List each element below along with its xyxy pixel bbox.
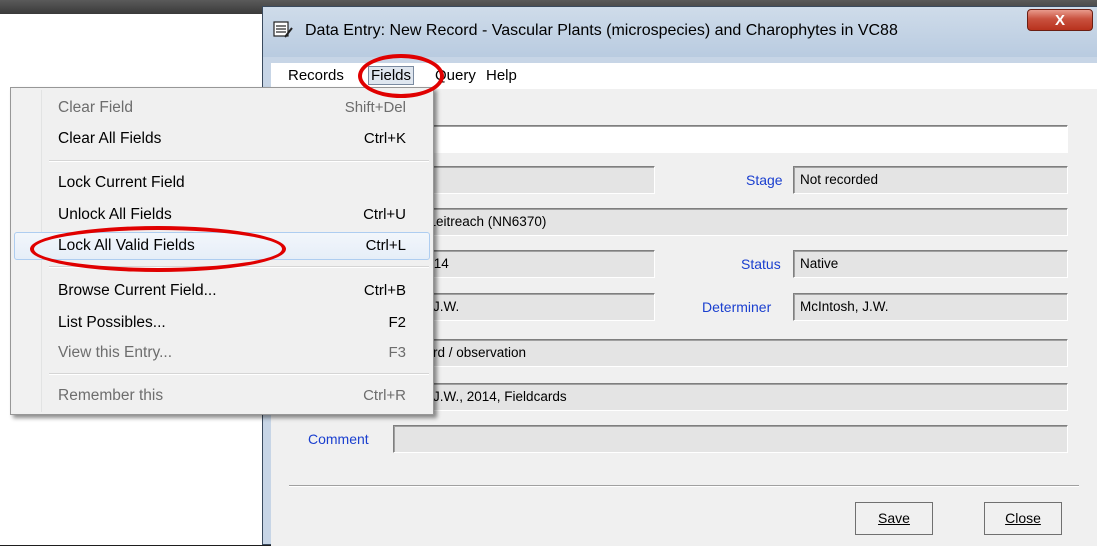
menu-item-unlock-all-fields[interactable]: Unlock All Fields Ctrl+U bbox=[14, 201, 430, 229]
menu-item-clear-all-fields[interactable]: Clear All Fields Ctrl+K bbox=[14, 125, 430, 153]
menu-query[interactable]: Query bbox=[432, 66, 479, 85]
title-bar[interactable]: Data Entry: New Record - Vascular Plants… bbox=[263, 7, 1097, 57]
menu-separator bbox=[49, 160, 429, 162]
menu-bar: Records Fields Query Help bbox=[271, 63, 1097, 89]
determiner-label: Determiner bbox=[702, 299, 772, 315]
menu-item-shortcut: F2 bbox=[388, 314, 406, 331]
menu-help[interactable]: Help bbox=[483, 66, 520, 85]
menu-item-label: Clear All Fields bbox=[58, 130, 162, 147]
comment-label: Comment bbox=[308, 431, 369, 447]
menu-item-view-this-entry[interactable]: View this Entry... F3 bbox=[14, 339, 430, 367]
menu-item-label: Browse Current Field... bbox=[58, 282, 217, 299]
save-button-label: Save bbox=[878, 510, 910, 526]
menu-item-lock-all-valid-fields[interactable]: Lock All Valid Fields Ctrl+L bbox=[14, 232, 430, 260]
menu-fields[interactable]: Fields bbox=[368, 66, 415, 85]
menu-item-label: View this Entry... bbox=[58, 344, 172, 361]
comment-field[interactable] bbox=[393, 425, 1068, 453]
save-button[interactable]: Save bbox=[855, 502, 933, 535]
menu-item-remember-this[interactable]: Remember this Ctrl+R bbox=[14, 382, 430, 410]
status-field[interactable]: Native bbox=[793, 250, 1068, 278]
menu-item-shortcut: Ctrl+U bbox=[363, 206, 406, 223]
menu-separator bbox=[49, 266, 429, 268]
menu-item-label: Lock Current Field bbox=[58, 174, 185, 191]
stage-field[interactable]: Not recorded bbox=[793, 166, 1068, 194]
menu-item-shortcut: Ctrl+K bbox=[363, 130, 406, 147]
menu-item-list-possibles[interactable]: List Possibles... F2 bbox=[14, 309, 430, 337]
site-field[interactable]: ll na Leitreach (NN6370) bbox=[393, 208, 1068, 236]
menu-item-shortcut: Ctrl+B bbox=[363, 282, 406, 299]
menu-item-shortcut: Shift+Del bbox=[344, 99, 406, 116]
fields-dropdown-menu: Clear Field Shift+Del Clear All Fields C… bbox=[10, 87, 434, 415]
taxon-field[interactable] bbox=[393, 125, 1068, 153]
stage-label: Stage bbox=[746, 172, 783, 188]
data-entry-app-icon bbox=[273, 21, 293, 38]
menu-item-label: Clear Field bbox=[58, 99, 133, 116]
menu-item-browse-current-field[interactable]: Browse Current Field... Ctrl+B bbox=[14, 277, 430, 305]
menu-item-label: Remember this bbox=[58, 387, 164, 404]
close-window-button[interactable]: X bbox=[1027, 9, 1093, 31]
menu-records[interactable]: Records bbox=[285, 66, 347, 85]
close-button[interactable]: Close bbox=[984, 502, 1062, 535]
menu-item-label: List Possibles... bbox=[58, 314, 166, 331]
form-divider bbox=[289, 485, 1079, 487]
menu-item-clear-field[interactable]: Clear Field Shift+Del bbox=[14, 94, 430, 122]
menu-item-shortcut: F3 bbox=[388, 344, 406, 361]
menu-item-label: Lock All Valid Fields bbox=[58, 237, 195, 254]
menu-item-shortcut: Ctrl+L bbox=[365, 237, 406, 254]
window-title: Data Entry: New Record - Vascular Plants… bbox=[305, 22, 898, 39]
menu-separator bbox=[49, 373, 429, 375]
status-label: Status bbox=[741, 256, 781, 272]
menu-item-lock-current-field[interactable]: Lock Current Field bbox=[14, 169, 430, 197]
menu-item-label: Unlock All Fields bbox=[58, 206, 172, 223]
source-field[interactable]: tosh, J.W., 2014, Fieldcards bbox=[393, 383, 1068, 411]
close-button-label: Close bbox=[1005, 510, 1041, 526]
determiner-field[interactable]: McIntosh, J.W. bbox=[793, 293, 1068, 321]
menu-item-shortcut: Ctrl+R bbox=[363, 387, 406, 404]
record-type-field[interactable]: l record / observation bbox=[393, 339, 1068, 367]
